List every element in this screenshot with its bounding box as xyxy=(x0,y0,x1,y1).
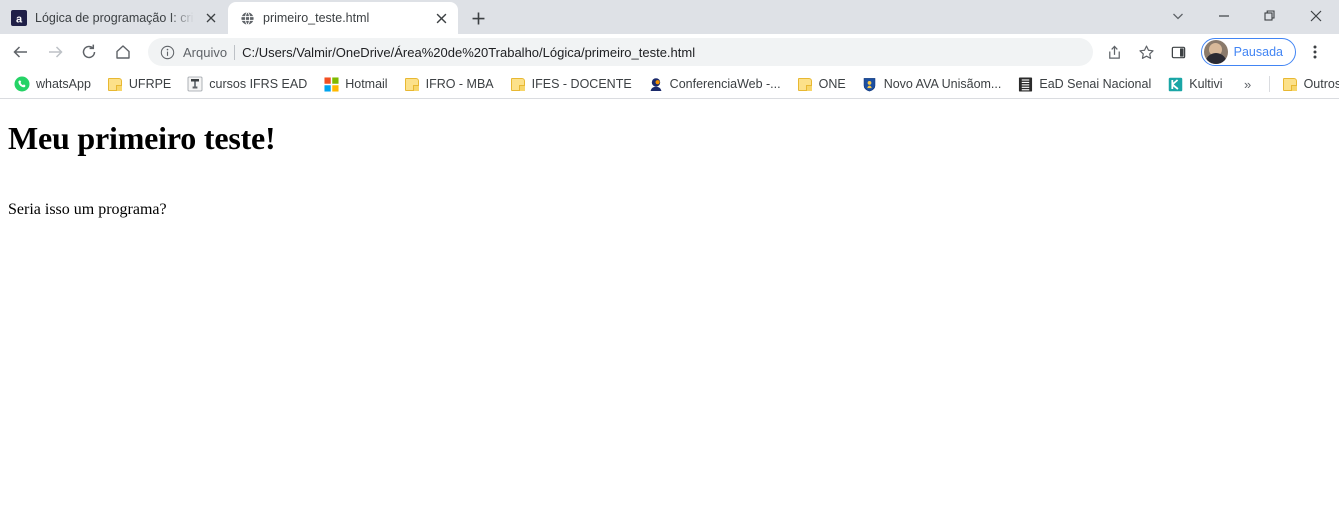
bookmark-label: cursos IFRS EAD xyxy=(209,76,308,91)
bookmark-ead-senai-nacional[interactable]: EaD Senai Nacional xyxy=(1009,72,1159,96)
avatar xyxy=(1203,40,1228,64)
folder-icon xyxy=(107,76,123,92)
bookmark-novo-ava-unisaom[interactable]: Novo AVA Unisãom... xyxy=(854,72,1010,96)
shield-crest-icon xyxy=(862,76,878,92)
bookmark-label: whatsApp xyxy=(36,76,91,91)
bookmarks-divider xyxy=(1268,76,1270,92)
bookmark-label: Kultivi xyxy=(1189,76,1223,91)
tab-logica-de-programacao[interactable]: a Lógica de programação I: crie pr xyxy=(0,2,228,34)
new-tab-button[interactable] xyxy=(464,4,492,32)
bookmark-ifes-docente[interactable]: IFES - DOCENTE xyxy=(502,72,640,96)
window-controls xyxy=(1155,0,1339,32)
bookmark-ifro-mba[interactable]: IFRO - MBA xyxy=(396,72,502,96)
folder-icon xyxy=(404,76,420,92)
page-heading: Meu primeiro teste! xyxy=(8,120,276,156)
senai-icon xyxy=(1017,76,1033,92)
conferenciaweb-icon xyxy=(648,76,664,92)
share-icon[interactable] xyxy=(1101,38,1129,66)
bookmark-outros-favoritos[interactable]: Outros favoritos xyxy=(1274,72,1339,96)
bookmark-conferenciaweb[interactable]: ConferenciaWeb -... xyxy=(640,72,789,96)
bookmark-cursos-ifrs-ead[interactable]: cursos IFRS EAD xyxy=(179,72,315,96)
bookmark-label: IFRO - MBA xyxy=(425,76,494,91)
security-chip-label: Arquivo xyxy=(183,44,228,60)
bookmark-one[interactable]: ONE xyxy=(789,72,854,96)
bookmark-ufrpe[interactable]: UFRPE xyxy=(99,72,179,96)
maximize-button[interactable] xyxy=(1247,0,1293,32)
bookmark-label: ConferenciaWeb -... xyxy=(669,76,781,91)
svg-text:a: a xyxy=(16,14,23,26)
tab-close-button[interactable] xyxy=(202,9,220,27)
back-button[interactable] xyxy=(6,37,36,67)
bookmark-label: Outros favoritos xyxy=(1303,76,1339,91)
whatsapp-icon xyxy=(14,76,30,92)
info-circle-icon[interactable] xyxy=(160,45,176,60)
reload-button[interactable] xyxy=(74,37,104,67)
bookmark-label: Novo AVA Unisãom... xyxy=(883,76,1002,91)
tab-primeiro-teste[interactable]: primeiro_teste.html xyxy=(228,2,458,34)
ifrs-icon xyxy=(187,76,203,92)
bookmarks-bar: whatsApp UFRPE cursos IFRS EAD Hotmail I… xyxy=(0,70,1339,99)
url-text[interactable]: C:/Users/Valmir/OneDrive/Área%20de%20Tra… xyxy=(242,45,1081,60)
tab-search-button[interactable] xyxy=(1155,0,1201,32)
bookmark-label: IFES - DOCENTE xyxy=(531,76,632,91)
browser-toolbar: Arquivo C:/Users/Valmir/OneDrive/Área%20… xyxy=(0,34,1339,70)
omnibox-separator xyxy=(234,44,236,60)
side-panel-icon[interactable] xyxy=(1165,38,1193,66)
kultivi-icon xyxy=(1167,76,1183,92)
three-dot-menu-icon[interactable] xyxy=(1301,38,1329,66)
globe-icon xyxy=(239,10,255,26)
tab-strip: a Lógica de programação I: crie pr prime… xyxy=(0,0,1339,34)
folder-icon xyxy=(510,76,526,92)
forward-button[interactable] xyxy=(40,37,70,67)
tab-title: Lógica de programação I: crie pr xyxy=(35,11,194,25)
profile-button[interactable]: Pausada xyxy=(1200,38,1296,66)
bookmark-whatsapp[interactable]: whatsApp xyxy=(6,72,99,96)
tab-close-button[interactable] xyxy=(432,9,450,27)
bookmark-label: EaD Senai Nacional xyxy=(1039,76,1152,91)
bookmark-label: UFRPE xyxy=(128,76,172,91)
tab-title: primeiro_teste.html xyxy=(263,11,370,25)
page-content: Meu primeiro teste! Seria isso um progra… xyxy=(0,120,1339,522)
bookmarks-overflow-button[interactable]: » xyxy=(1237,73,1259,95)
page-paragraph: Seria isso um programa? xyxy=(8,200,167,218)
close-button[interactable] xyxy=(1293,0,1339,32)
folder-icon xyxy=(1282,76,1298,92)
profile-status-label: Pausada xyxy=(1233,45,1283,59)
minimize-button[interactable] xyxy=(1201,0,1247,32)
bookmark-label: Hotmail xyxy=(345,76,388,91)
address-bar[interactable]: Arquivo C:/Users/Valmir/OneDrive/Área%20… xyxy=(148,38,1093,66)
bookmark-label: ONE xyxy=(818,76,846,91)
folder-icon xyxy=(797,76,813,92)
star-outline-icon[interactable] xyxy=(1133,38,1161,66)
bookmark-hotmail[interactable]: Hotmail xyxy=(315,72,395,96)
bookmark-kultivi[interactable]: Kultivi xyxy=(1159,72,1230,96)
alura-a-icon: a xyxy=(11,10,27,26)
microsoft-icon xyxy=(323,76,339,92)
home-button[interactable] xyxy=(108,37,138,67)
